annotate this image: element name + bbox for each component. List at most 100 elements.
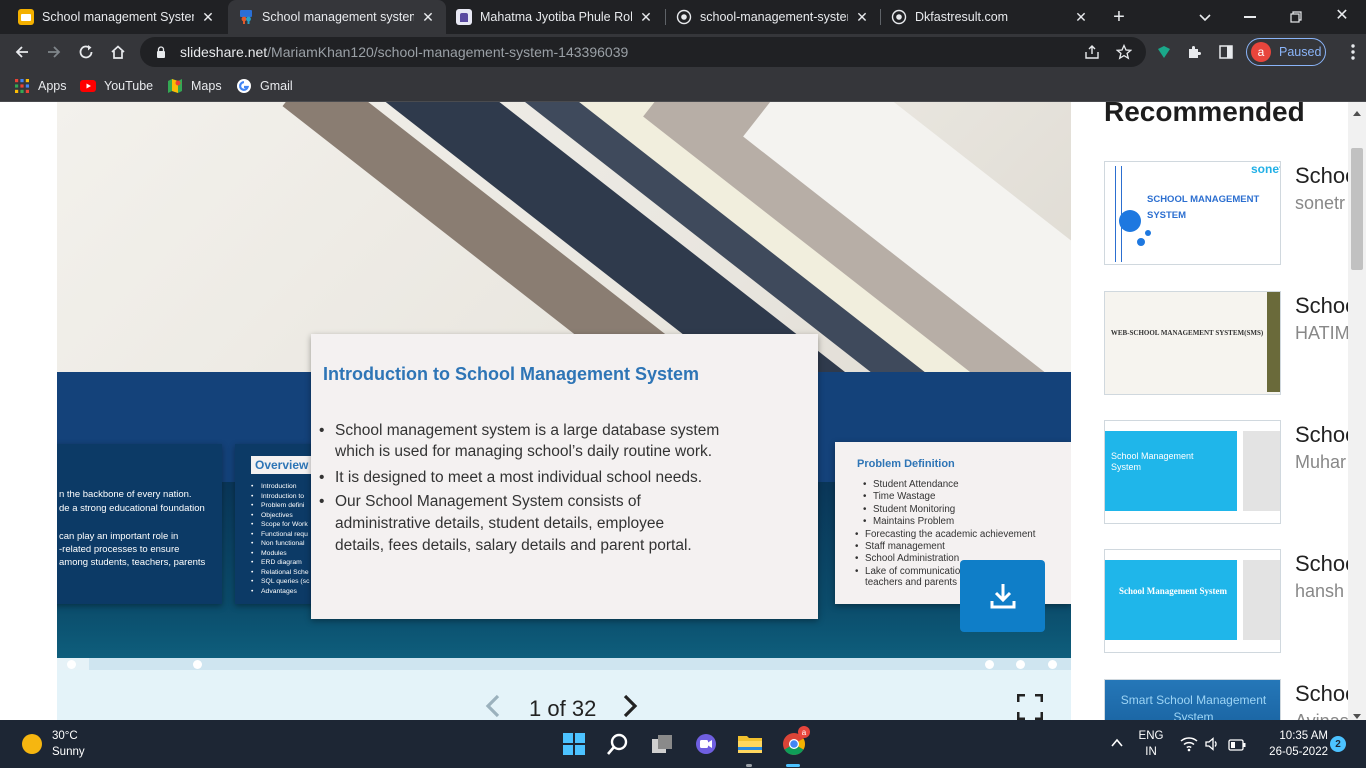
profile-paused-button[interactable]: a Paused <box>1246 38 1326 66</box>
thumb-decoration <box>1145 230 1151 236</box>
search-icon[interactable] <box>604 730 632 758</box>
slide-dot[interactable] <box>1016 660 1025 669</box>
forward-icon[interactable] <box>40 38 68 66</box>
file-explorer-icon[interactable] <box>736 730 764 758</box>
lock-icon[interactable] <box>154 45 168 59</box>
close-tab-icon[interactable]: ✕ <box>638 9 654 25</box>
scrollbar-thumb[interactable] <box>1351 148 1363 270</box>
recommended-author[interactable]: HATIM <box>1295 323 1350 344</box>
browser-tab-5[interactable]: Dkfastresult.com ✕ <box>881 0 1099 34</box>
thumb-brand: sonet <box>1251 162 1281 176</box>
slide-thumbnail-left[interactable]: n the backbone of every nation. de a str… <box>57 444 222 604</box>
clock[interactable]: 10:35 AM 26-05-2022 <box>1256 728 1328 760</box>
menu-kebab-icon[interactable] <box>1345 43 1361 61</box>
list-item: Student Monitoring <box>855 504 1069 517</box>
slide-progress-bar[interactable] <box>57 658 1071 670</box>
restore-icon[interactable] <box>1290 10 1302 23</box>
tray-overflow-icon[interactable] <box>1110 736 1124 750</box>
recommended-item[interactable]: SCHOOL MANAGEMENT SYSTEM sonet School so… <box>1104 161 1354 265</box>
volume-icon[interactable] <box>1204 736 1220 752</box>
recommended-title[interactable]: School <box>1295 422 1350 448</box>
side-panel-icon[interactable] <box>1216 42 1236 62</box>
browser-tab-1[interactable]: School management System ✕ <box>8 0 226 34</box>
battery-icon[interactable] <box>1228 738 1246 751</box>
main-slide[interactable]: Introduction to School Management System… <box>311 334 818 619</box>
recommended-thumbnail[interactable]: SCHOOL MANAGEMENT SYSTEM sonet <box>1104 161 1281 265</box>
sun-icon <box>22 734 42 754</box>
tab-search-icon[interactable] <box>1196 8 1214 26</box>
web-page: n the backbone of every nation. de a str… <box>0 102 1366 720</box>
browser-tab-4[interactable]: school-management-system ✕ <box>666 0 880 34</box>
weather-widget[interactable]: 30°C Sunny <box>22 728 85 760</box>
next-slide-icon[interactable] <box>622 694 638 720</box>
close-tab-icon[interactable]: ✕ <box>420 9 436 25</box>
chrome-taskbar-icon[interactable]: a <box>780 726 810 758</box>
browser-tab-3[interactable]: Mahatma Jyotiba Phule Rohil ✕ <box>446 0 664 34</box>
recommended-author[interactable]: hansh <box>1295 581 1350 602</box>
recommended-thumbnail[interactable]: Smart School Management System <box>1104 679 1281 720</box>
notification-badge[interactable]: 2 <box>1330 736 1346 752</box>
extension-shield-icon[interactable] <box>1154 42 1174 62</box>
new-tab-icon[interactable]: + <box>1108 7 1130 27</box>
bookmark-youtube[interactable]: YouTube <box>80 77 153 95</box>
download-button[interactable] <box>960 560 1045 632</box>
slide-dot[interactable] <box>985 660 994 669</box>
chrome-profile-badge: a <box>798 726 810 738</box>
recommended-thumbnail[interactable]: School Management System <box>1104 549 1281 653</box>
recommended-item[interactable]: School Management System School hansh <box>1104 549 1354 653</box>
scroll-down-icon[interactable] <box>1352 708 1362 719</box>
back-icon[interactable] <box>8 38 36 66</box>
bookmark-star-icon[interactable] <box>1114 42 1134 62</box>
close-tab-icon[interactable]: ✕ <box>1073 9 1089 25</box>
scroll-up-icon[interactable] <box>1352 104 1362 116</box>
recommended-item[interactable]: School Management System School Muhar <box>1104 420 1354 524</box>
bookmark-maps[interactable]: Maps <box>167 77 222 95</box>
list-item: Maintains Problem <box>855 516 1069 529</box>
recommended-author[interactable]: Muhar <box>1295 452 1350 473</box>
bullet-text: which is used for managing school’s dail… <box>335 443 713 460</box>
recommended-thumbnail[interactable]: School Management System <box>1104 420 1281 524</box>
close-tab-icon[interactable]: ✕ <box>854 9 870 25</box>
language-indicator[interactable]: ENG IN <box>1136 728 1166 760</box>
bookmark-gmail[interactable]: Gmail <box>236 77 293 95</box>
slide-viewer[interactable]: n the backbone of every nation. de a str… <box>57 102 1071 658</box>
bookmark-apps[interactable]: Apps <box>14 77 67 95</box>
close-window-icon[interactable]: ✕ <box>1334 6 1350 26</box>
slide-dot[interactable] <box>193 660 202 669</box>
page-scrollbar[interactable] <box>1348 102 1366 720</box>
recommended-item[interactable]: Smart School Management System School Av… <box>1104 679 1354 720</box>
recommended-thumbnail[interactable]: WEB-SCHOOL MANAGEMENT SYSTEM(SMS) <box>1104 291 1281 395</box>
slide-dot-current[interactable] <box>67 660 76 669</box>
close-tab-icon[interactable]: ✕ <box>200 9 216 25</box>
windows-taskbar: 30°C Sunny a ENG IN 10:35 AM 26-05-2022 <box>0 720 1366 768</box>
address-bar[interactable]: slideshare.net/MariamKhan120/school-mana… <box>140 37 1146 67</box>
reload-icon[interactable] <box>72 38 100 66</box>
share-icon[interactable] <box>1082 42 1102 62</box>
slide-dot[interactable] <box>1048 660 1057 669</box>
bullet-continuation: administrative details, student details,… <box>315 513 805 535</box>
recommended-author[interactable]: sonetr <box>1295 193 1350 214</box>
recommended-title[interactable]: School <box>1295 163 1350 189</box>
recommended-title[interactable]: School <box>1295 293 1350 319</box>
bookmark-label: YouTube <box>104 79 154 93</box>
temperature: 30°C <box>52 730 78 742</box>
teams-chat-icon[interactable] <box>692 730 720 758</box>
browser-tab-2-active[interactable]: School management system ✕ <box>228 0 446 34</box>
thumb-decoration <box>1267 292 1280 392</box>
recommended-item[interactable]: WEB-SCHOOL MANAGEMENT SYSTEM(SMS) School… <box>1104 291 1354 395</box>
bookmark-label: Maps <box>191 79 222 93</box>
clock-date: 26-05-2022 <box>1269 746 1328 758</box>
recommended-title[interactable]: School <box>1295 551 1350 577</box>
task-view-icon[interactable] <box>648 730 676 758</box>
wifi-icon[interactable] <box>1180 736 1198 752</box>
windows-start-icon[interactable] <box>560 730 588 758</box>
recommended-title[interactable]: School <box>1295 681 1350 707</box>
minimize-icon[interactable] <box>1244 16 1256 18</box>
home-icon[interactable] <box>104 38 132 66</box>
fullscreen-icon[interactable] <box>1016 693 1044 720</box>
recommended-author[interactable]: Avinas <box>1295 711 1350 720</box>
language-code: ENG <box>1138 730 1164 742</box>
previous-slide-icon[interactable] <box>485 694 501 720</box>
extensions-puzzle-icon[interactable] <box>1184 42 1204 62</box>
bullet-text: details, fees details, salary details an… <box>335 537 692 554</box>
